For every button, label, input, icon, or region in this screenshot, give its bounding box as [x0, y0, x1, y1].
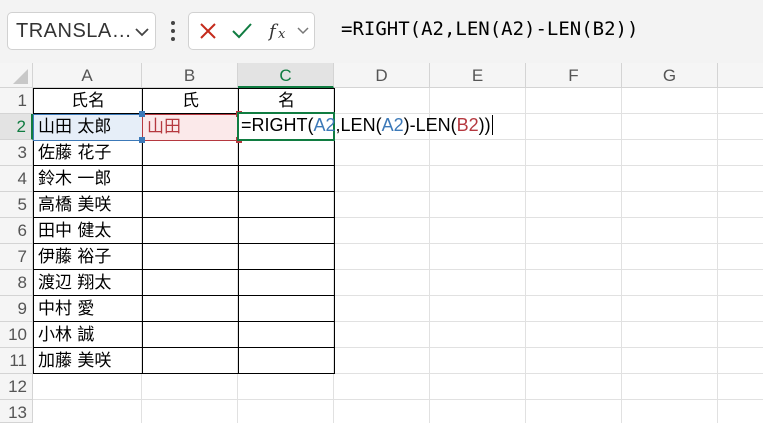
row-header-13[interactable]: 13 — [0, 400, 33, 423]
cell-b1[interactable]: 氏 — [143, 89, 238, 113]
cell-edit-text[interactable]: =RIGHT(A2,LEN(A2)-LEN(B2)) — [241, 115, 493, 136]
column-header-f[interactable]: F — [526, 63, 622, 88]
row-header-2[interactable]: 2 — [0, 114, 33, 140]
column-header-g[interactable]: G — [622, 63, 718, 88]
name-box-value: TRANSLA… — [16, 20, 133, 42]
svg-text:x: x — [278, 27, 286, 42]
cell-a9[interactable]: 中村 愛 — [34, 297, 142, 322]
row-header-6[interactable]: 6 — [0, 218, 33, 244]
row-header-9[interactable]: 9 — [0, 296, 33, 322]
column-header-d[interactable]: D — [334, 63, 430, 88]
cell-a4[interactable]: 鈴木 一郎 — [34, 167, 142, 192]
row-header-4[interactable]: 4 — [0, 166, 33, 192]
column-header-e[interactable]: E — [430, 63, 526, 88]
cell-a3[interactable]: 佐藤 花子 — [34, 141, 142, 166]
row-header-1[interactable]: 1 — [0, 88, 33, 114]
row-header-10[interactable]: 10 — [0, 322, 33, 348]
cell-c1[interactable]: 名 — [239, 89, 334, 113]
cell-a5[interactable]: 高橋 美咲 — [34, 193, 142, 218]
more-options-icon[interactable] — [170, 20, 176, 42]
cell-a11[interactable]: 加藤 美咲 — [34, 349, 142, 374]
select-all-corner[interactable] — [0, 63, 33, 88]
row-header-11[interactable]: 11 — [0, 348, 33, 374]
formula-input[interactable]: =RIGHT(A2,LEN(A2)-LEN(B2)) — [341, 18, 638, 40]
cell-a10[interactable]: 小林 誠 — [34, 323, 142, 348]
column-header-c[interactable]: C — [238, 63, 334, 88]
cell-a7[interactable]: 伊藤 裕子 — [34, 245, 142, 270]
cell-a2[interactable]: 山田 太郎 — [33, 114, 143, 141]
cancel-icon[interactable] — [197, 13, 219, 49]
formula-bar-area: TRANSLA… f x =RIGHT(A2,LEN(A2)-LEN(B2)) — [0, 0, 763, 63]
row-header-12[interactable]: 12 — [0, 374, 33, 400]
row-header-5[interactable]: 5 — [0, 192, 33, 218]
cell-b2[interactable]: 山田 — [142, 114, 239, 141]
row-header-7[interactable]: 7 — [0, 244, 33, 270]
cell-a1[interactable]: 氏名 — [34, 89, 142, 113]
formula-actions: f x — [188, 12, 315, 50]
row-header-3[interactable]: 3 — [0, 140, 33, 166]
name-box[interactable]: TRANSLA… — [7, 12, 156, 50]
column-header-b[interactable]: B — [142, 63, 238, 88]
worksheet-grid: A B C D E F G 1 2 3 4 5 6 7 8 9 10 11 12… — [0, 63, 763, 423]
chevron-down-icon[interactable] — [295, 13, 311, 49]
cell-a6[interactable]: 田中 健太 — [34, 219, 142, 244]
column-header-a[interactable]: A — [33, 63, 142, 88]
insert-function-icon[interactable]: f x — [267, 13, 293, 49]
column-header-h[interactable] — [718, 63, 763, 88]
cell-a8[interactable]: 渡辺 翔太 — [34, 271, 142, 296]
chevron-down-icon[interactable] — [135, 27, 149, 37]
row-header-8[interactable]: 8 — [0, 270, 33, 296]
enter-check-icon[interactable] — [229, 13, 255, 49]
